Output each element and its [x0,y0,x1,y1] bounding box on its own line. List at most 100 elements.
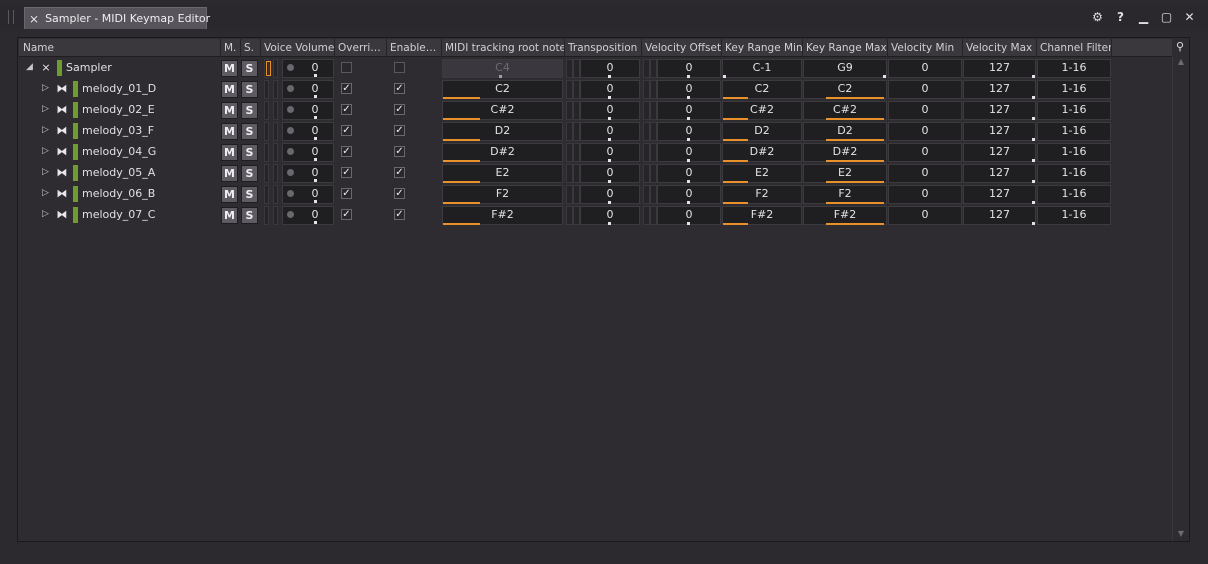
transposition-track[interactable] [573,122,580,141]
velocity-min-field[interactable]: 0 [888,185,962,204]
column-header-velocity-offset[interactable]: Velocity Offset [642,39,722,57]
transposition-track[interactable] [573,143,580,162]
row-name[interactable]: melody_01_D [82,82,156,95]
velocity-offset-handle[interactable] [643,80,650,99]
velocity-offset-handle[interactable] [643,143,650,162]
velocity-offset-handle[interactable] [643,122,650,141]
velocity-offset-track[interactable] [650,101,657,120]
override-checkbox[interactable]: ✓ [341,188,352,199]
key-range-min-field[interactable]: C-1 [722,59,802,78]
volume-slider-handle[interactable] [264,101,269,120]
channel-filter-field[interactable]: 1-16 [1037,206,1111,225]
row-name[interactable]: melody_05_A [82,166,155,179]
channel-filter-field[interactable]: 1-16 [1037,59,1111,78]
transposition-track[interactable] [573,59,580,78]
volume-slider-handle[interactable] [264,143,269,162]
velocity-offset-track[interactable] [650,185,657,204]
collapse-triangle-icon[interactable]: ◢ [26,62,33,72]
help-icon[interactable]: ? [1112,9,1129,25]
column-header-vel-max[interactable]: Velocity Max [963,39,1037,57]
drag-grip[interactable] [8,10,14,24]
transposition-handle[interactable] [566,164,573,183]
enable-checkbox[interactable]: ✓ [394,125,405,136]
column-header-key-min[interactable]: Key Range Min [722,39,803,57]
transposition-handle[interactable] [566,143,573,162]
enable-checkbox[interactable]: ✓ [394,104,405,115]
expand-triangle-icon[interactable]: ▷ [42,209,49,219]
mute-button[interactable]: M [221,186,238,203]
row-name[interactable]: melody_02_E [82,103,155,116]
mute-button[interactable]: M [221,81,238,98]
voice-volume-knob[interactable]: 0 [282,185,334,204]
override-checkbox[interactable]: ✓ [341,167,352,178]
maximize-icon[interactable]: ▢ [1158,9,1175,25]
column-header-override[interactable]: Overri… [335,39,387,57]
solo-button[interactable]: S [241,207,258,224]
column-header-voice-volume[interactable]: Voice Volume [261,39,335,57]
row-name[interactable]: melody_03_F [82,124,154,137]
voice-volume-knob[interactable]: 0 [282,101,334,120]
row-name[interactable]: melody_06_B [82,187,155,200]
velocity-offset-track[interactable] [650,80,657,99]
transposition-track[interactable] [573,80,580,99]
enable-checkbox[interactable]: ✓ [394,188,405,199]
velocity-offset-handle[interactable] [643,206,650,225]
velocity-max-field[interactable]: 127 [963,143,1036,162]
enable-checkbox[interactable]: ✓ [394,167,405,178]
transposition-handle[interactable] [566,122,573,141]
expand-triangle-icon[interactable]: ▷ [42,83,49,93]
velocity-min-field[interactable]: 0 [888,59,962,78]
voice-volume-knob[interactable]: 0 [282,59,334,78]
override-checkbox[interactable]: ✓ [341,104,352,115]
expand-triangle-icon[interactable]: ▷ [42,167,49,177]
solo-button[interactable]: S [241,123,258,140]
volume-slider-handle[interactable] [264,80,269,99]
velocity-min-field[interactable]: 0 [888,206,962,225]
override-checkbox[interactable]: ✓ [341,83,352,94]
mute-button[interactable]: M [221,60,238,77]
velocity-max-field[interactable]: 127 [963,206,1036,225]
enable-checkbox[interactable]: ✓ [394,146,405,157]
override-checkbox[interactable]: ✓ [341,125,352,136]
channel-filter-field[interactable]: 1-16 [1037,122,1111,141]
channel-filter-field[interactable]: 1-16 [1037,164,1111,183]
volume-slider-handle[interactable] [264,164,269,183]
velocity-offset-track[interactable] [650,143,657,162]
volume-slider-handle[interactable] [264,122,269,141]
close-icon[interactable]: ✕ [1181,9,1198,25]
transposition-handle[interactable] [566,59,573,78]
override-checkbox[interactable] [341,62,352,73]
volume-slider-track[interactable] [273,143,278,162]
solo-button[interactable]: S [241,186,258,203]
scroll-up-icon[interactable]: ▲ [1177,57,1185,66]
velocity-min-field[interactable]: 0 [888,101,962,120]
override-checkbox[interactable]: ✓ [341,209,352,220]
velocity-offset-track[interactable] [650,206,657,225]
velocity-offset-track[interactable] [650,164,657,183]
column-header-root-note[interactable]: MIDI tracking root note [442,39,565,57]
velocity-min-field[interactable]: 0 [888,143,962,162]
search-icon[interactable]: ⚲ [1173,40,1187,54]
column-header-name[interactable]: Name [20,39,221,57]
volume-slider-track[interactable] [273,206,278,225]
voice-volume-knob[interactable]: 0 [282,164,334,183]
velocity-offset-track[interactable] [650,122,657,141]
volume-slider-handle[interactable] [264,185,269,204]
mute-button[interactable]: M [221,165,238,182]
column-header-key-max[interactable]: Key Range Max [803,39,888,57]
mute-button[interactable]: M [221,144,238,161]
velocity-offset-handle[interactable] [643,59,650,78]
minimize-icon[interactable]: ▁ [1135,9,1152,25]
mute-button[interactable]: M [221,102,238,119]
table-row[interactable]: ▷ ⧓ melody_01_D M S 0 ✓ ✓ C2 0 0 C2 C2 0 127 1-16 [19,79,1172,100]
velocity-max-field[interactable]: 127 [963,185,1036,204]
expand-triangle-icon[interactable]: ▷ [42,125,49,135]
key-range-max-field[interactable]: G9 [803,59,887,78]
volume-slider-track[interactable] [273,185,278,204]
transposition-track[interactable] [573,185,580,204]
column-header-vel-min[interactable]: Velocity Min [888,39,963,57]
volume-slider-track[interactable] [273,101,278,120]
channel-filter-field[interactable]: 1-16 [1037,101,1111,120]
column-header-enable[interactable]: Enable… [387,39,442,57]
volume-slider-handle[interactable] [264,206,269,225]
